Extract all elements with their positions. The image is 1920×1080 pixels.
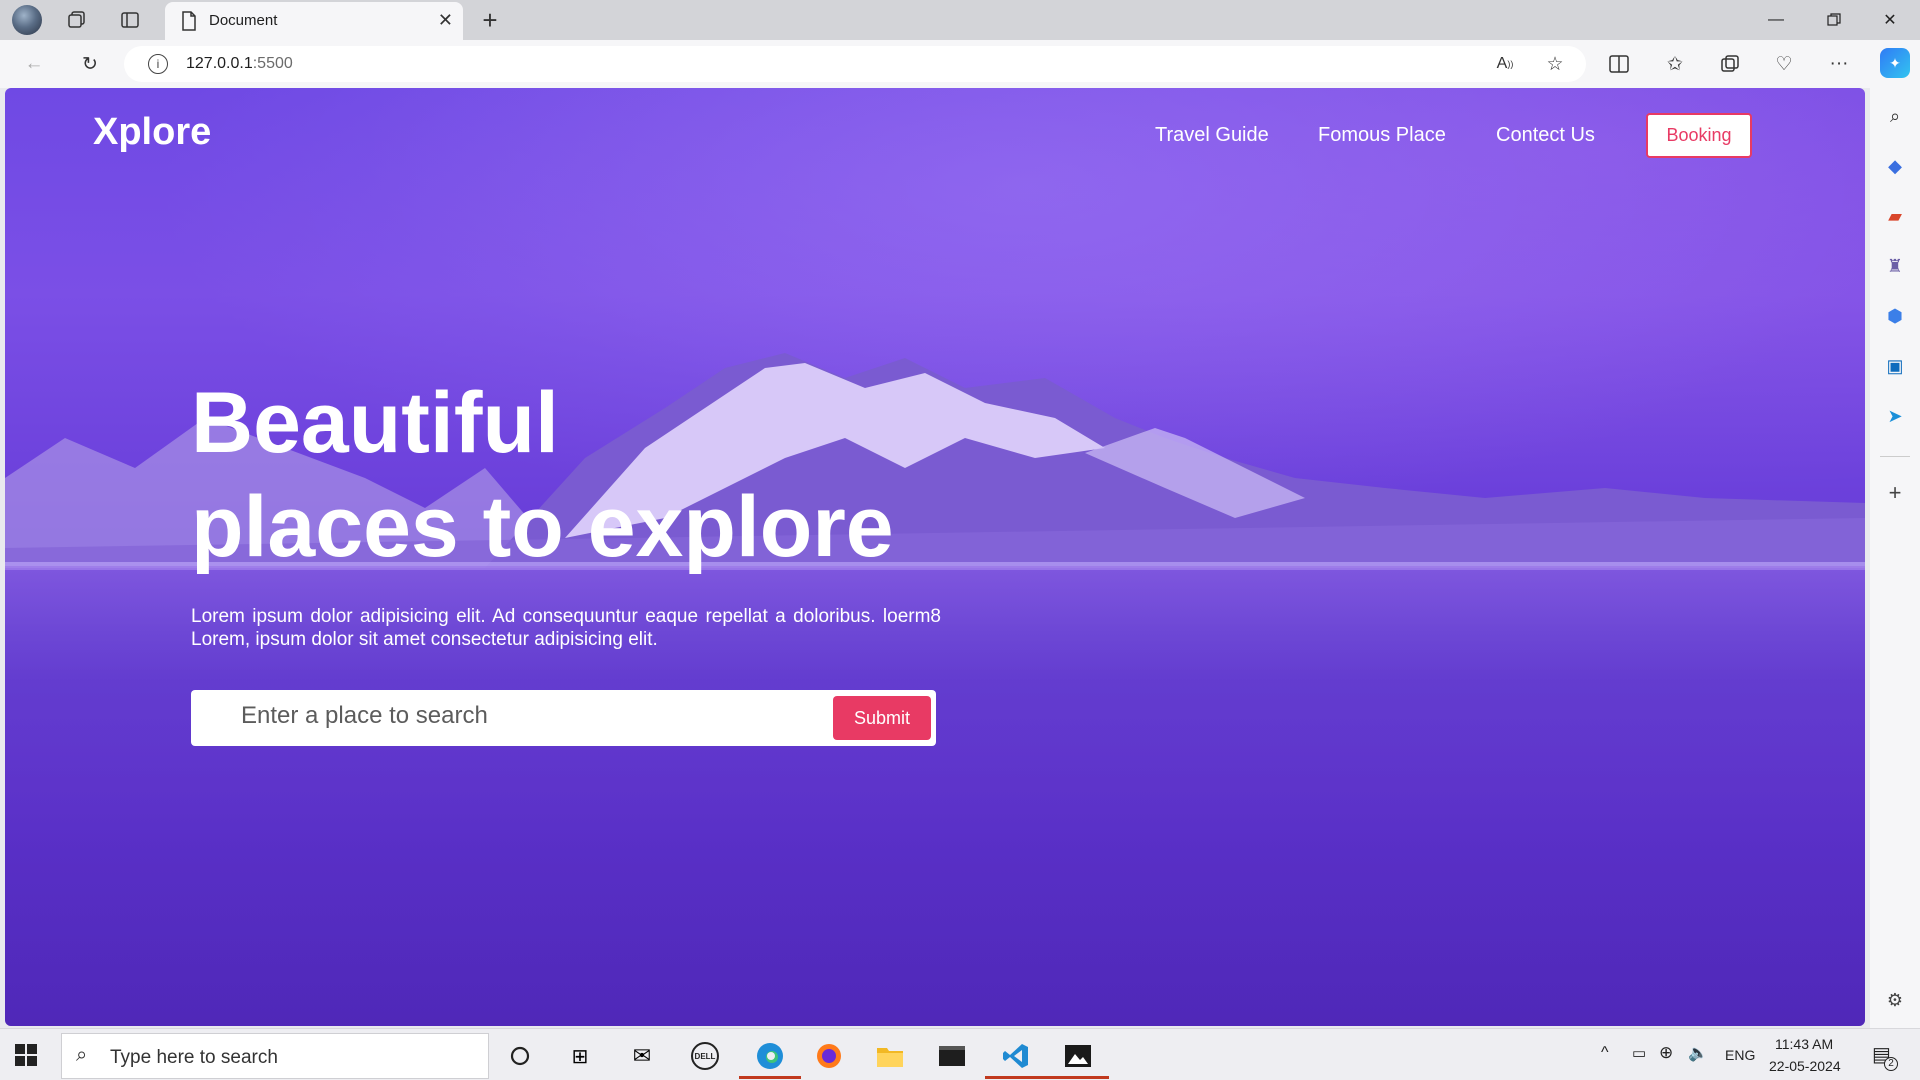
nav-travel-guide[interactable]: Travel Guide <box>1155 124 1269 147</box>
edge-sidebar: ⌕ ◆ ▰ ♜ ⬢ ▣ ➤ + ⚙ <box>1870 88 1920 1028</box>
notification-count: 2 <box>1884 1057 1898 1071</box>
tab-actions-icon[interactable] <box>116 6 144 34</box>
more-options-icon[interactable]: ··· <box>1827 52 1851 76</box>
hero-title-line2: places to explore <box>191 479 894 575</box>
sidebar-divider <box>1880 456 1910 457</box>
page-viewport: Xplore Travel Guide Fomous Place Contect… <box>5 88 1865 1026</box>
hero-title: Beautiful places to explore <box>191 371 1091 579</box>
windows-taskbar: ⌕ Type here to search ⊞ ✉ DELL ^ ▭ ⊕ 🔈 E… <box>0 1028 1920 1080</box>
edge-taskbar-icon[interactable] <box>739 1033 801 1079</box>
restore-icon[interactable] <box>1814 6 1854 34</box>
tools-briefcase-icon[interactable]: ▰ <box>1883 204 1907 228</box>
windows-start-icon[interactable] <box>14 1043 38 1067</box>
taskbar-search-box[interactable]: ⌕ Type here to search <box>61 1033 489 1079</box>
tab-document[interactable]: Document ✕ <box>165 2 463 40</box>
collections-icon[interactable] <box>1718 52 1742 76</box>
close-window-icon[interactable]: ✕ <box>1870 6 1910 34</box>
vscode-icon[interactable] <box>985 1033 1047 1079</box>
active-app-indicator <box>1047 1076 1109 1079</box>
battery-icon[interactable]: ▭ <box>1632 1044 1646 1062</box>
send-icon[interactable]: ➤ <box>1883 404 1907 428</box>
site-logo[interactable]: Xplore <box>93 111 211 154</box>
magnifier-icon: ⌕ <box>76 1044 88 1066</box>
browser-tab-bar: Document ✕ + — ✕ <box>0 0 1920 40</box>
tab-title: Document <box>209 12 278 29</box>
task-view-icon[interactable]: ⊞ <box>552 1033 608 1079</box>
read-aloud-icon[interactable]: A)) <box>1493 52 1517 76</box>
nav-contact-us[interactable]: Contect Us <box>1496 124 1595 147</box>
favorite-star-icon[interactable]: ☆ <box>1543 52 1567 76</box>
booking-button[interactable]: Booking <box>1646 113 1752 158</box>
new-tab-icon[interactable]: + <box>476 5 504 35</box>
hero-title-line1: Beautiful <box>191 375 559 471</box>
site-info-icon[interactable]: i <box>148 54 168 74</box>
microsoft365-icon[interactable]: ⬢ <box>1883 304 1907 328</box>
search-icon[interactable]: ⌕ <box>1883 104 1907 128</box>
hero-description: Lorem ipsum dolor adipisicing elit. Ad c… <box>191 606 941 650</box>
browser-essentials-icon[interactable]: ♡ <box>1772 52 1796 76</box>
shopping-tag-icon[interactable]: ◆ <box>1883 154 1907 178</box>
clock-date[interactable]: 22-05-2024 <box>1769 1058 1841 1074</box>
cortana-icon[interactable] <box>492 1033 548 1079</box>
split-screen-icon[interactable] <box>1607 52 1631 76</box>
workspaces-icon[interactable] <box>63 6 91 34</box>
photos-icon[interactable] <box>1047 1033 1109 1079</box>
file-explorer-icon[interactable] <box>862 1033 918 1079</box>
tray-chevron-icon[interactable]: ^ <box>1601 1044 1609 1062</box>
terminal-icon[interactable] <box>924 1033 980 1079</box>
svg-text:DELL: DELL <box>695 1052 716 1061</box>
search-form: Submit <box>191 690 936 746</box>
copilot-icon[interactable]: ✦ <box>1880 48 1910 78</box>
address-bar-row: ← ↻ i 127.0.0.1:5500 A)) ☆ ✩ ♡ ··· ✦ <box>0 40 1920 88</box>
dell-icon[interactable]: DELL <box>677 1033 733 1079</box>
clock-time[interactable]: 11:43 AM <box>1775 1036 1833 1052</box>
profile-avatar[interactable] <box>12 5 42 35</box>
back-icon[interactable]: ← <box>22 52 46 76</box>
games-icon[interactable]: ♜ <box>1883 254 1907 278</box>
page-icon <box>181 11 197 36</box>
url-field[interactable]: i 127.0.0.1:5500 <box>124 46 1586 82</box>
language-indicator[interactable]: ENG <box>1725 1047 1755 1063</box>
minimize-icon[interactable]: — <box>1756 6 1796 34</box>
firefox-icon[interactable] <box>801 1033 857 1079</box>
volume-icon[interactable]: 🔈 <box>1688 1043 1708 1063</box>
outlook-icon[interactable]: ▣ <box>1883 354 1907 378</box>
favorites-icon[interactable]: ✩ <box>1663 52 1687 76</box>
url-text: 127.0.0.1:5500 <box>186 55 293 72</box>
settings-gear-icon[interactable]: ⚙ <box>1883 988 1907 1012</box>
mail-icon[interactable]: ✉ <box>614 1033 670 1079</box>
close-tab-icon[interactable]: ✕ <box>438 10 453 31</box>
active-app-indicator <box>739 1076 801 1079</box>
nav-famous-place[interactable]: Fomous Place <box>1318 124 1446 147</box>
network-globe-icon[interactable]: ⊕ <box>1659 1043 1673 1063</box>
taskbar-search-placeholder: Type here to search <box>110 1047 278 1068</box>
add-icon[interactable]: + <box>1883 480 1907 505</box>
place-search-input[interactable] <box>211 696 791 736</box>
active-app-indicator <box>985 1076 1047 1079</box>
refresh-icon[interactable]: ↻ <box>78 52 102 76</box>
submit-button[interactable]: Submit <box>833 696 931 740</box>
